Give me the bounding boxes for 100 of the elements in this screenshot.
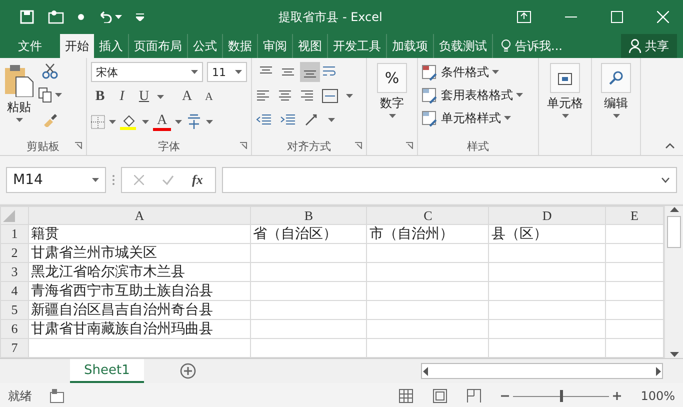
undo-icon[interactable]	[98, 11, 112, 23]
align-left-icon[interactable]	[256, 90, 270, 102]
page-layout-icon[interactable]	[432, 389, 447, 403]
ribbon-tab[interactable]: 开发工具	[328, 34, 387, 58]
shrink-font-button[interactable]: A	[200, 91, 218, 103]
scroll-left-icon[interactable]	[422, 366, 428, 376]
zoom-slider-thumb[interactable]	[560, 390, 563, 402]
caret-icon[interactable]	[562, 114, 568, 119]
dot-icon[interactable]	[78, 14, 84, 20]
row-header[interactable]: 6	[0, 320, 29, 339]
touch-mode-icon[interactable]	[48, 10, 64, 24]
styles-menu-button[interactable]: 单元格样式	[422, 107, 511, 130]
font-name-field[interactable]: 宋体	[91, 62, 203, 82]
caret-icon[interactable]	[346, 94, 353, 98]
insert-function-button[interactable]: fx	[192, 172, 203, 188]
caret-icon[interactable]	[109, 120, 116, 124]
normal-view-icon[interactable]	[398, 389, 413, 403]
sheet-tab[interactable]: Sheet1	[70, 359, 144, 383]
ribbon-tab[interactable]: 数据	[223, 34, 258, 58]
font-size-field[interactable]: 11	[207, 62, 247, 82]
font-color-button[interactable]: A	[153, 114, 171, 130]
scroll-up-icon[interactable]	[670, 206, 679, 212]
caret-icon[interactable]	[206, 120, 213, 124]
column-header[interactable]: C	[366, 206, 489, 225]
caret-icon[interactable]	[157, 94, 164, 100]
column-header[interactable]: B	[250, 206, 367, 225]
align-right-icon[interactable]	[300, 90, 314, 102]
maximize-icon[interactable]	[611, 11, 623, 23]
scroll-thumb[interactable]	[667, 216, 682, 248]
column-header[interactable]: D	[488, 206, 606, 225]
ribbon-tab[interactable]: 页面布局	[129, 34, 188, 58]
add-sheet-icon[interactable]	[180, 363, 196, 379]
ribbon-display-icon[interactable]	[517, 11, 531, 23]
styles-menu-button[interactable]: 条件格式	[422, 61, 499, 84]
scissors-icon[interactable]	[42, 63, 58, 79]
ribbon-tab[interactable]: 负载测试	[434, 34, 493, 58]
caret-icon[interactable]	[115, 14, 122, 20]
caret-icon[interactable]	[612, 114, 620, 119]
column-header[interactable]: E	[605, 206, 664, 225]
editing-button[interactable]: 编辑	[601, 61, 631, 137]
save-icon[interactable]	[20, 10, 34, 24]
row-header[interactable]: 5	[0, 300, 29, 320]
caret-icon[interactable]	[235, 70, 242, 74]
caret-icon[interactable]	[388, 114, 396, 119]
number-format-button[interactable]: % 数字	[377, 61, 407, 137]
borders-icon[interactable]	[91, 115, 105, 129]
ribbon-tab[interactable]: 审阅	[258, 34, 293, 58]
italic-button[interactable]: I	[113, 89, 131, 105]
caret-icon[interactable]	[142, 120, 149, 124]
name-box[interactable]: M14	[6, 167, 106, 193]
horizontal-scrollbar[interactable]	[421, 363, 663, 379]
caret-icon[interactable]	[191, 70, 198, 74]
zoom-level[interactable]: 100%	[640, 389, 675, 403]
row-header[interactable]: 3	[0, 262, 29, 282]
bold-button[interactable]: B	[91, 89, 109, 105]
ribbon-tab[interactable]: 视图	[293, 34, 328, 58]
check-icon[interactable]	[162, 175, 174, 185]
row-header[interactable]: 2	[0, 244, 29, 263]
close-icon[interactable]	[657, 11, 669, 23]
customize-icon[interactable]	[136, 13, 144, 21]
increase-indent-icon[interactable]	[280, 114, 296, 126]
decrease-indent-icon[interactable]	[256, 114, 272, 126]
caret-icon[interactable]	[328, 118, 335, 122]
caret-icon[interactable]	[55, 92, 62, 98]
collapse-ribbon-icon[interactable]	[665, 143, 675, 149]
cells-button[interactable]: 单元格	[547, 61, 583, 137]
copy-icon[interactable]	[38, 87, 52, 103]
ribbon-tab[interactable]: 开始	[60, 34, 94, 58]
zoom-in-icon[interactable]	[612, 392, 621, 400]
expand-icon[interactable]	[661, 177, 670, 183]
caret-icon[interactable]	[492, 70, 499, 75]
dialog-launcher-icon[interactable]	[75, 142, 82, 149]
align-center-icon[interactable]	[278, 90, 292, 102]
format-painter-icon[interactable]	[42, 111, 58, 127]
share-button[interactable]: 共享	[621, 34, 677, 58]
caret-icon[interactable]	[516, 93, 523, 98]
ribbon-tab[interactable]: 文件	[10, 34, 50, 58]
caret-icon[interactable]	[175, 120, 182, 124]
vertical-scrollbar[interactable]	[664, 206, 683, 358]
merge-cells-icon[interactable]	[322, 89, 338, 103]
align-button[interactable]	[300, 62, 320, 82]
underline-button[interactable]: U	[135, 89, 153, 105]
page-break-icon[interactable]	[466, 389, 481, 403]
dialog-launcher-icon[interactable]	[355, 142, 362, 149]
ribbon-tab[interactable]: 插入	[94, 34, 129, 58]
dialog-launcher-icon[interactable]	[406, 142, 413, 149]
scroll-right-icon[interactable]	[656, 366, 662, 376]
paste-button[interactable]: 粘贴	[4, 61, 34, 137]
styles-menu-button[interactable]: 套用表格格式	[422, 84, 523, 107]
formula-input[interactable]	[222, 167, 677, 193]
macro-record-icon[interactable]	[50, 389, 64, 403]
ribbon-tab[interactable]: 加载项	[387, 34, 434, 58]
caret-icon[interactable]	[504, 116, 511, 121]
fill-color-icon[interactable]	[120, 114, 138, 130]
phonetic-guide-icon[interactable]	[186, 114, 202, 130]
tell-me-search[interactable]: 告诉我...	[493, 34, 570, 58]
ribbon-tab[interactable]: 公式	[188, 34, 223, 58]
caret-icon[interactable]	[92, 178, 99, 182]
caret-icon[interactable]	[16, 118, 22, 123]
grow-font-button[interactable]: A	[178, 89, 196, 105]
